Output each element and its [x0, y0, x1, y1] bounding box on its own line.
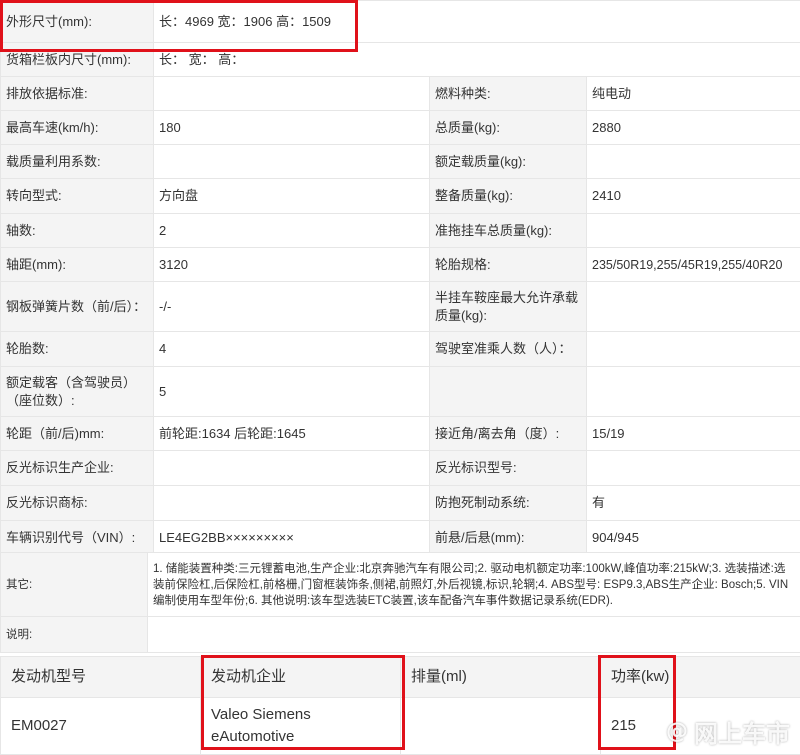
table-row: 轮胎数: 4 驾驶室准乘人数（人）： [0, 331, 800, 367]
other-label: 其它: [0, 552, 148, 617]
table-row: 货箱栏板内尺寸(mm): 长： 宽： 高： [0, 42, 800, 77]
power-header: 功率(kw) [600, 656, 800, 698]
spec-value: 纯电动 [585, 76, 800, 111]
spec-label [429, 366, 587, 417]
spec-label: 防抱死制动系统: [429, 485, 587, 521]
spec-label: 准拖挂车总质量(kg): [429, 213, 587, 248]
spec-label: 反光标识商标: [0, 485, 154, 521]
displacement-value [400, 697, 601, 755]
engine-model-value: EM0027 [0, 697, 201, 755]
spec-value [585, 331, 800, 367]
notes-table: 其它: 1. 储能装置种类:三元锂蓄电池,生产企业:北京奔驰汽车有限公司;2. … [0, 552, 800, 653]
spec-value: 前轮距:1634 后轮距:1645 [153, 416, 430, 451]
spec-label: 额定载质量(kg): [429, 144, 587, 179]
spec-label: 驾驶室准乘人数（人）： [429, 331, 587, 367]
spec-value: 2410 [585, 178, 800, 214]
spec-label: 轴数: [0, 213, 154, 248]
spec-value [585, 144, 800, 179]
spec-label: 燃料种类: [429, 76, 587, 111]
spec-value: 180 [153, 110, 430, 145]
spec-value: 5 [153, 366, 430, 417]
spec-label: 轴距(mm): [0, 247, 154, 282]
table-row: 载质量利用系数: 额定载质量(kg): [0, 144, 800, 179]
spec-label: 排放依据标准: [0, 76, 154, 111]
table-row: 反光标识生产企业: 反光标识型号: [0, 450, 800, 486]
spec-label: 轮胎数: [0, 331, 154, 367]
description-value [147, 616, 800, 653]
spec-value [585, 366, 800, 417]
other-value: 1. 储能装置种类:三元锂蓄电池,生产企业:北京奔驰汽车有限公司;2. 驱动电机… [147, 552, 800, 617]
spec-label: 总质量(kg): [429, 110, 587, 145]
spec-label: 前悬/后悬(mm): [429, 520, 587, 555]
spec-label: 反光标识型号: [429, 450, 587, 486]
spec-value: 235/50R19,255/45R19,255/40R20 [585, 247, 800, 282]
spec-label: 接近角/离去角（度）: [429, 416, 587, 451]
spec-value: 3120 [153, 247, 430, 282]
cargo-size-value: 长： 宽： 高： [152, 42, 800, 77]
displacement-header: 排量(ml) [400, 656, 601, 698]
spec-table: 外形尺寸(mm): 长：4969 宽：1906 高：1509 货箱栏板内尺寸(mm)… [0, 0, 800, 555]
spec-label: 钢板弹簧片数（前/后）： [0, 281, 154, 332]
spec-value: LE4EG2BB××××××××× [153, 520, 430, 555]
spec-value: 2880 [585, 110, 800, 145]
spec-value [585, 213, 800, 248]
dimensions-label: 外形尺寸(mm): [0, 0, 154, 43]
spec-value: 有 [585, 485, 800, 521]
at-icon: @ [666, 719, 688, 744]
dimensions-value: 长：4969 宽：1906 高：1509 [152, 0, 800, 43]
spec-label: 轮距（前/后)mm: [0, 416, 154, 451]
spec-label: 载质量利用系数: [0, 144, 154, 179]
cargo-size-label: 货箱栏板内尺寸(mm): [0, 42, 154, 77]
spec-label: 整备质量(kg): [429, 178, 587, 214]
table-row: 轮距（前/后)mm: 前轮距:1634 后轮距:1645 接近角/离去角（度）: 15… [0, 416, 800, 451]
watermark-text: 网上车市 [694, 720, 790, 748]
spec-table-body: 外形尺寸(mm): 长：4969 宽：1906 高：1509 货箱栏板内尺寸(mm)… [0, 0, 800, 555]
spec-value: 904/945 [585, 520, 800, 555]
spec-value [153, 485, 430, 521]
engine-model-header: 发动机型号 [0, 656, 201, 698]
spec-label: 半挂车鞍座最大允许承载质量(kg): [429, 281, 587, 332]
watermark: @ 网上车市 [666, 714, 790, 749]
spec-label: 反光标识生产企业: [0, 450, 154, 486]
table-row: 反光标识商标: 防抱死制动系统: 有 [0, 485, 800, 521]
spec-value [153, 76, 430, 111]
spec-label: 车辆识别代号（VIN）: [0, 520, 154, 555]
spec-value: 4 [153, 331, 430, 367]
table-row: 轴距(mm): 3120 轮胎规格: 235/50R19,255/45R19,255/… [0, 247, 800, 282]
spec-label: 轮胎规格: [429, 247, 587, 282]
spec-value: 2 [153, 213, 430, 248]
description-label: 说明: [0, 616, 148, 653]
spec-value: 方向盘 [153, 178, 430, 214]
spec-label: 转向型式: [0, 178, 154, 214]
spec-label: 最高车速(km/h): [0, 110, 154, 145]
spec-label: 额定载客（含驾驶员）（座位数）: [0, 366, 154, 417]
spec-value: -/- [153, 281, 430, 332]
table-row: 额定载客（含驾驶员）（座位数）: 5 [0, 366, 800, 417]
table-row: 最高车速(km/h): 180 总质量(kg): 2880 [0, 110, 800, 145]
table-row: 转向型式: 方向盘 整备质量(kg): 2410 [0, 178, 800, 214]
spec-value [153, 450, 430, 486]
engine-company-value: Valeo Siemens eAutomotive [200, 697, 401, 755]
spec-value [585, 450, 800, 486]
table-row: 钢板弹簧片数（前/后）： -/- 半挂车鞍座最大允许承载质量(kg): [0, 281, 800, 332]
table-row: 排放依据标准: 燃料种类: 纯电动 [0, 76, 800, 111]
engine-company-header: 发动机企业 [200, 656, 401, 698]
spec-value [585, 281, 800, 332]
table-row: 外形尺寸(mm): 长：4969 宽：1906 高：1509 [0, 0, 800, 43]
table-row: 轴数: 2 准拖挂车总质量(kg): [0, 213, 800, 248]
spec-value [153, 144, 430, 179]
table-row: 车辆识别代号（VIN）: LE4EG2BB××××××××× 前悬/后悬(mm): 9… [0, 520, 800, 555]
spec-value: 15/19 [585, 416, 800, 451]
